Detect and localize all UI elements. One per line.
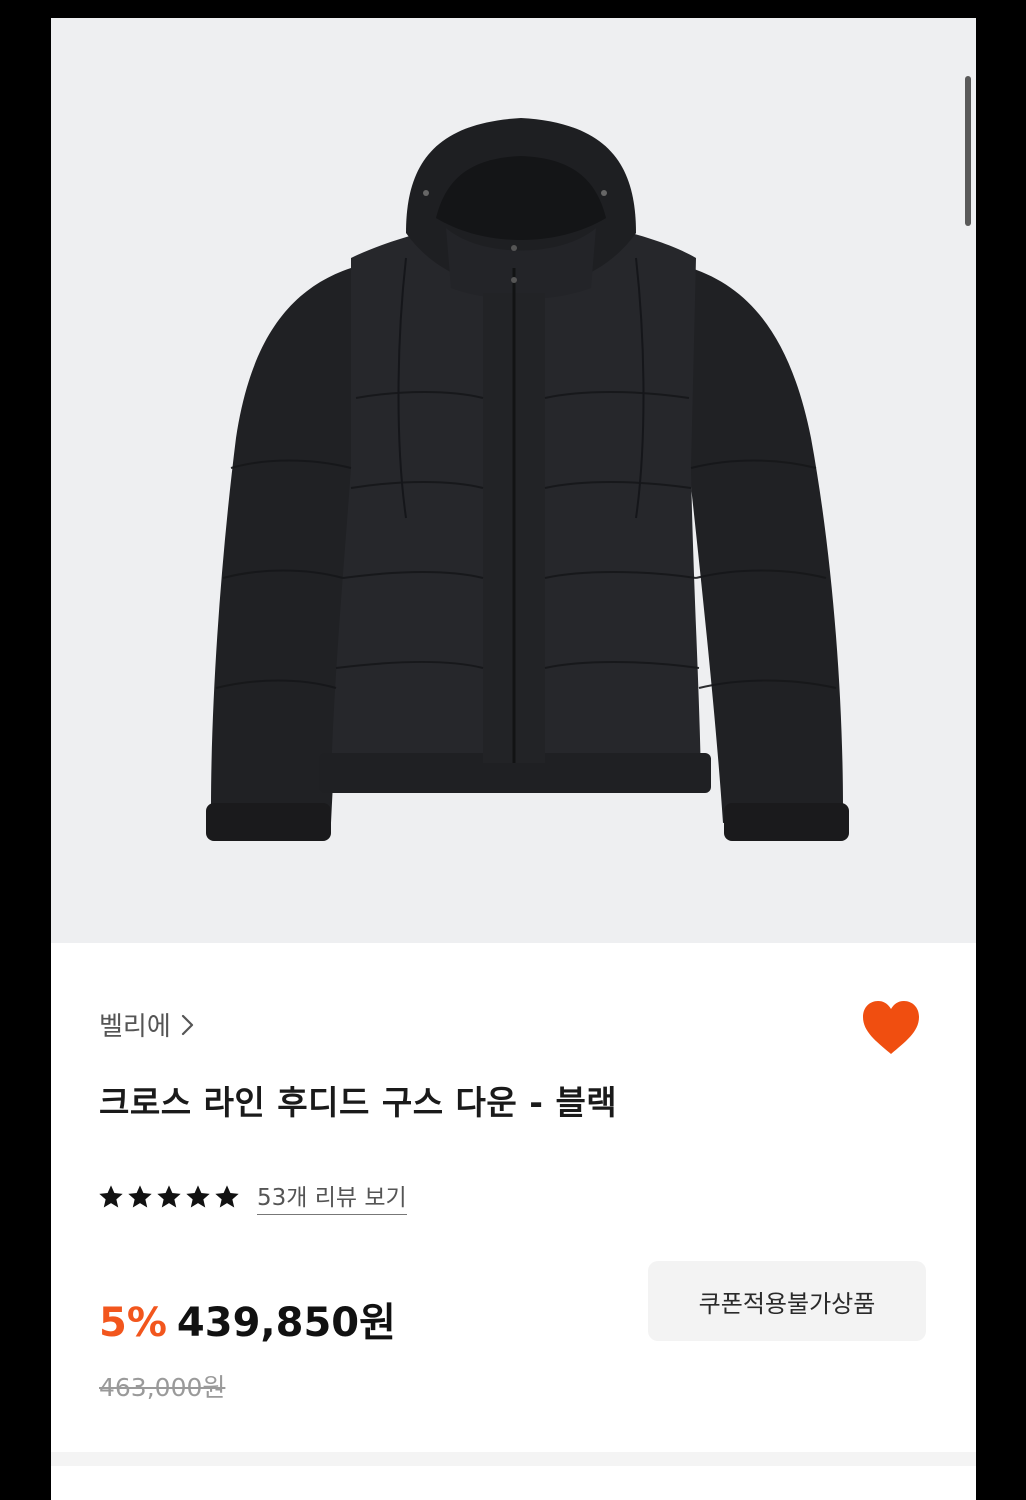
original-price: 463,000원 [99, 1373, 226, 1402]
star-icon [186, 1184, 210, 1207]
heart-icon[interactable] [859, 998, 923, 1058]
product-title: 크로스 라인 후디드 구스 다운 - 블랙 [99, 1083, 618, 1122]
chevron-right-icon [181, 1014, 193, 1035]
jacket-illustration [206, 118, 849, 841]
section-divider [51, 1452, 976, 1466]
star-icon [99, 1184, 123, 1207]
star-icon [215, 1184, 239, 1207]
rating-stars [97, 1183, 241, 1211]
price-row: 5% 439,850원 [99, 1290, 396, 1348]
star-icon [128, 1184, 152, 1207]
rating-row: 53개 리뷰 보기 [97, 1178, 407, 1215]
discount-rate: 5% [99, 1300, 167, 1346]
review-link[interactable]: 53개 리뷰 보기 [257, 1178, 407, 1215]
star-icon [157, 1184, 181, 1207]
scrollbar[interactable] [965, 76, 971, 226]
coupon-notice-badge: 쿠폰적용불가상품 [648, 1261, 926, 1341]
product-detail-screen: 벨리에 크로스 라인 후디드 구스 다운 - 블랙 53개 리뷰 보기 5% 4… [51, 18, 976, 1500]
brand-link[interactable]: 벨리에 [99, 1006, 195, 1043]
product-image[interactable] [51, 18, 976, 943]
sale-price: 439,850원 [176, 1300, 396, 1346]
brand-name: 벨리에 [99, 1012, 171, 1042]
